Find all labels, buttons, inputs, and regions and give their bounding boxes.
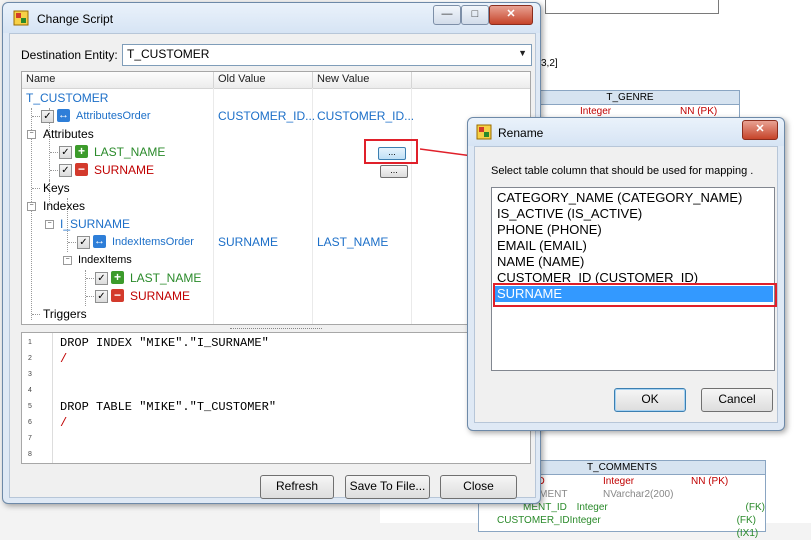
code-line: / [60, 352, 68, 366]
checkbox[interactable]: ✓ [95, 272, 108, 285]
cancel-button[interactable]: Cancel [701, 388, 773, 412]
col-header-new[interactable]: New Value [317, 73, 369, 85]
property-icon: ↔ [57, 109, 70, 122]
tree-row-triggers[interactable]: Triggers [22, 305, 530, 323]
tree-row-i-surname[interactable]: − I_SURNAME [22, 215, 530, 233]
tree-row-index-last-name[interactable]: ✓ + LAST_NAME [22, 269, 530, 287]
window-title: Change Script [37, 12, 114, 26]
destination-combo[interactable]: T_CUSTOMER ▼ [122, 44, 532, 66]
collapse-icon[interactable]: − [27, 130, 36, 139]
rename-content: Select table column that should be used … [474, 146, 778, 423]
list-item[interactable]: PHONE (PHONE) [495, 222, 773, 238]
list-item[interactable]: IS_ACTIVE (IS_ACTIVE) [495, 206, 773, 222]
refresh-button[interactable]: Refresh [260, 475, 334, 499]
ok-button[interactable]: OK [614, 388, 686, 412]
close-button[interactable]: Close [440, 475, 517, 499]
dialog-title: Rename [498, 126, 544, 140]
collapse-icon[interactable]: − [45, 220, 54, 229]
list-item[interactable]: CATEGORY_NAME (CATEGORY_NAME) [495, 190, 773, 206]
window-content: Destination Entity: T_CUSTOMER ▼ Name Ol… [9, 33, 536, 499]
tree-row-index-items-order[interactable]: ✓ ↔ IndexItemsOrder SURNAME LAST_NAME [22, 233, 530, 251]
close-window-button[interactable]: ✕ [489, 5, 533, 25]
tree-row-index-surname[interactable]: ✓ − SURNAME [22, 287, 530, 305]
close-dialog-button[interactable]: ✕ [742, 120, 778, 140]
checkbox[interactable]: ✓ [41, 110, 54, 123]
collapse-icon[interactable]: − [27, 202, 36, 211]
highlight-box [493, 283, 777, 307]
tree-row-attributes[interactable]: − Attributes [22, 125, 530, 143]
minimize-button[interactable]: — [433, 5, 461, 25]
col-header-old[interactable]: Old Value [218, 73, 266, 85]
entity-title: T_GENRE [521, 91, 739, 105]
instruction-text: Select table column that should be used … [491, 165, 754, 177]
change-tree-grid[interactable]: Name Old Value New Value T_CUSTOMER ✓ ↔ … [21, 71, 531, 325]
rename-dialog: Rename ✕ Select table column that should… [467, 117, 785, 431]
save-to-file-button[interactable]: Save To File... [345, 475, 430, 499]
checkbox[interactable]: ✓ [59, 164, 72, 177]
destination-label: Destination Entity: [21, 48, 118, 62]
list-item[interactable]: NAME (NAME) [495, 254, 773, 270]
checkbox[interactable]: ✓ [77, 236, 90, 249]
rename-mapping-button[interactable]: ... [380, 165, 408, 178]
destination-value: T_CUSTOMER [127, 47, 210, 61]
maximize-button[interactable]: □ [461, 5, 489, 25]
title-bar[interactable]: Change Script — □ ✕ [3, 3, 540, 33]
app-icon [476, 124, 492, 140]
checkbox[interactable]: ✓ [95, 290, 108, 303]
tree-row-attributes-order[interactable]: ✓ ↔ AttributesOrder CUSTOMER_ID... CUSTO… [22, 107, 530, 125]
app-icon [13, 10, 29, 26]
collapse-icon[interactable]: − [63, 256, 72, 265]
tree-row-keys[interactable]: Keys [22, 179, 530, 197]
code-line: DROP INDEX "MIKE"."I_SURNAME" [60, 336, 269, 350]
entity-row: CUSTOMER_ID Integer (FK) (IX1) [497, 515, 759, 539]
sql-editor[interactable]: 1 2 3 4 5 6 7 8 DROP INDEX "MIKE"."I_SUR… [21, 332, 531, 464]
change-script-window: Change Script — □ ✕ Destination Entity: … [2, 2, 541, 504]
tree-row-root[interactable]: T_CUSTOMER [22, 89, 530, 107]
col-header-name[interactable]: Name [26, 73, 55, 85]
grid-header: Name Old Value New Value [22, 72, 530, 89]
tree-row-indexes[interactable]: − Indexes [22, 197, 530, 215]
plus-icon: + [75, 145, 88, 158]
property-icon: ↔ [93, 235, 106, 248]
code-line: / [60, 416, 68, 430]
code-line: DROP TABLE "MIKE"."T_CUSTOMER" [60, 400, 277, 414]
entity-t-genre[interactable]: T_GENRE D Integer NN (PK) [520, 90, 740, 120]
checkbox[interactable]: ✓ [59, 146, 72, 159]
rename-title-bar[interactable]: Rename ✕ [468, 118, 784, 146]
line-gutter [22, 333, 53, 463]
diagram-note: 3,2] [541, 58, 558, 69]
minus-icon: − [75, 163, 88, 176]
chevron-down-icon[interactable]: ▼ [518, 48, 527, 58]
plus-icon: + [111, 271, 124, 284]
minus-icon: − [111, 289, 124, 302]
tree-row-index-items[interactable]: − IndexItems [22, 251, 530, 269]
column-listbox[interactable]: CATEGORY_NAME (CATEGORY_NAME) IS_ACTIVE … [491, 187, 777, 371]
diagram-top-panel [545, 0, 719, 14]
list-item[interactable]: EMAIL (EMAIL) [495, 238, 773, 254]
